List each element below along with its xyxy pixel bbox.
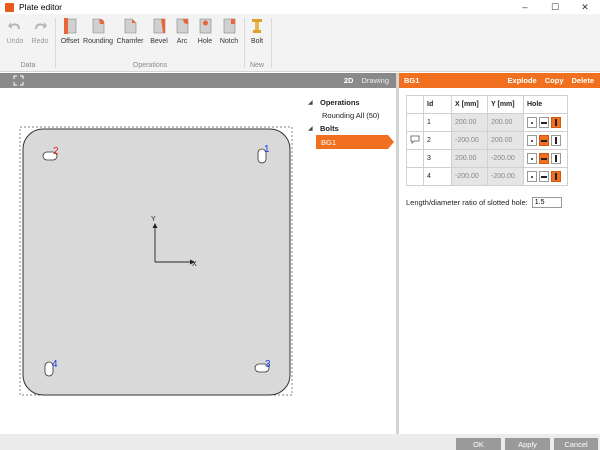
hole-slot-horizontal-toggle[interactable]: [539, 171, 549, 182]
notch-icon: [223, 18, 236, 34]
hole-slot-vertical-toggle[interactable]: [551, 171, 561, 182]
offset-icon: [64, 18, 77, 34]
bolt-group-name: BG1: [404, 76, 420, 85]
bolts-table: Id X [mm] Y [mm] Hole 1 200.00 200.00 2 …: [406, 95, 568, 186]
comment-icon[interactable]: [410, 135, 420, 144]
table-row[interactable]: 1 200.00 200.00: [406, 113, 568, 132]
cancel-button[interactable]: Cancel: [554, 438, 598, 450]
cell-hole: [523, 113, 568, 132]
group-label-data: Data: [20, 62, 36, 69]
redo-icon: [35, 22, 47, 29]
bolt-label-1: 1: [264, 144, 270, 155]
view-mode-drawing[interactable]: Drawing: [361, 76, 389, 85]
ok-button[interactable]: OK: [456, 438, 501, 450]
cell-x: -200.00: [451, 131, 488, 150]
slot-ratio-label: Length/diameter ratio of slotted hole:: [406, 198, 528, 207]
hole-slot-horizontal-toggle[interactable]: [539, 135, 549, 146]
close-button[interactable]: ✕: [570, 0, 600, 14]
explode-button[interactable]: Explode: [508, 76, 537, 85]
cell-x: -200.00: [451, 167, 488, 186]
hole-slot-horizontal-toggle[interactable]: [539, 117, 549, 128]
cell-y: -200.00: [487, 149, 524, 168]
title-bar: Plate editor – ☐ ✕: [0, 0, 600, 14]
table-row[interactable]: 3 200.00 -200.00: [406, 149, 568, 168]
column-x: X [mm]: [451, 95, 488, 114]
hole-slot-vertical-toggle[interactable]: [551, 153, 561, 164]
hole-round-toggle[interactable]: [527, 135, 537, 146]
bolt-group-header: BG1 Explode Copy Delete: [399, 73, 600, 88]
view-mode-2d[interactable]: 2D: [344, 76, 354, 85]
slot-ratio-input[interactable]: [531, 197, 562, 208]
table-row[interactable]: 2 -200.00 200.00: [406, 131, 568, 150]
copy-button[interactable]: Copy: [545, 76, 564, 85]
bolt-button[interactable]: Bolt: [245, 17, 269, 59]
cell-x: 200.00: [451, 149, 488, 168]
bolt-label-3: 3: [265, 359, 271, 370]
cell-hole: [523, 167, 568, 186]
canvas-header: 2D Drawing: [0, 73, 396, 88]
cell-y: 200.00: [487, 131, 524, 150]
bevel-icon: [153, 18, 166, 34]
rounding-button[interactable]: Rounding: [83, 17, 113, 59]
delete-button[interactable]: Delete: [571, 76, 594, 85]
column-y: Y [mm]: [487, 95, 524, 114]
hole-slot-horizontal-toggle[interactable]: [539, 153, 549, 164]
tree-item-bg1[interactable]: BG1: [316, 135, 394, 149]
tree-item-rounding[interactable]: Rounding All (50): [308, 109, 393, 122]
hole-slot-vertical-toggle[interactable]: [551, 135, 561, 146]
collapse-icon[interactable]: ◢: [308, 125, 320, 132]
zoom-extents-icon[interactable]: [13, 75, 24, 86]
hole-icon: [199, 18, 212, 34]
table-row[interactable]: 4 -200.00 -200.00: [406, 167, 568, 186]
apply-button[interactable]: Apply: [505, 438, 550, 450]
bolt-icon: [252, 19, 262, 33]
group-label-new: New: [249, 62, 264, 69]
column-hole: Hole: [523, 95, 568, 114]
operations-tree: ◢ Operations Rounding All (50) ◢ Bolts B…: [308, 96, 394, 149]
undo-button[interactable]: Undo: [3, 17, 27, 59]
y-axis-label: Y: [151, 216, 156, 223]
cell-x: 200.00: [451, 113, 488, 132]
cell-id: 4: [423, 167, 452, 186]
x-axis-label: X: [192, 261, 197, 268]
bolt-label-4: 4: [52, 359, 58, 370]
collapse-icon[interactable]: ◢: [308, 99, 320, 106]
rounding-icon: [92, 18, 105, 34]
redo-button[interactable]: Redo: [28, 17, 52, 59]
table-header-row: Id X [mm] Y [mm] Hole: [406, 95, 568, 114]
cell-y: 200.00: [487, 113, 524, 132]
slot-ratio-row: Length/diameter ratio of slotted hole:: [406, 197, 562, 208]
window-title: Plate editor: [19, 2, 62, 12]
cell-id: 1: [423, 113, 452, 132]
cell-id: 2: [423, 131, 452, 150]
notch-button[interactable]: Notch: [217, 17, 241, 59]
cell-hole: [523, 131, 568, 150]
chamfer-button[interactable]: Chamfer: [117, 17, 143, 59]
offset-button[interactable]: Offset: [58, 17, 82, 59]
cell-hole: [523, 149, 568, 168]
maximize-button[interactable]: ☐: [540, 0, 570, 14]
tree-node-operations[interactable]: ◢ Operations: [308, 96, 393, 109]
hole-round-toggle[interactable]: [527, 117, 537, 128]
app-icon: [5, 2, 14, 12]
ribbon-toolbar: Undo Redo Data Offset Rounding Chamfer B…: [0, 14, 600, 72]
bevel-button[interactable]: Bevel: [147, 17, 171, 59]
undo-icon: [8, 22, 20, 29]
group-label-operations: Operations: [132, 62, 168, 69]
arc-icon: [176, 18, 189, 34]
tree-node-bolts[interactable]: ◢ Bolts: [308, 122, 393, 135]
hole-round-toggle[interactable]: [527, 171, 537, 182]
bolt-label-2: 2: [53, 146, 59, 157]
minimize-button[interactable]: –: [510, 0, 540, 14]
cell-y: -200.00: [487, 167, 524, 186]
hole-button[interactable]: Hole: [193, 17, 217, 59]
arc-button[interactable]: Arc: [170, 17, 194, 59]
hole-round-toggle[interactable]: [527, 153, 537, 164]
column-id: Id: [423, 95, 452, 114]
hole-slot-vertical-toggle[interactable]: [551, 117, 561, 128]
chamfer-icon: [124, 18, 137, 34]
cell-id: 3: [423, 149, 452, 168]
